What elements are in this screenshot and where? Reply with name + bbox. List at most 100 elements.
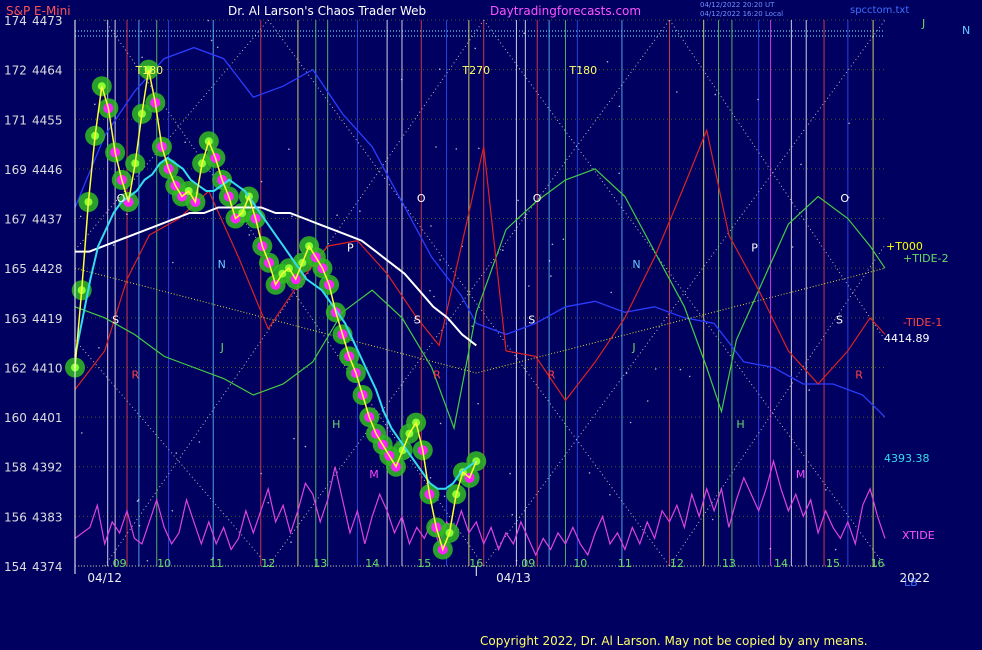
y-tick-left: 167	[4, 213, 27, 227]
y-tick-left: 162	[4, 361, 27, 375]
star-dot	[94, 103, 96, 106]
star-dot	[515, 559, 518, 562]
star-dot	[502, 249, 504, 251]
letter-mark: S	[112, 313, 119, 326]
letter-mark: J	[631, 341, 635, 354]
star-dot	[562, 238, 565, 241]
star-dot	[184, 141, 186, 143]
x-hour-label: 13	[313, 557, 327, 570]
tide-label-tide1: -TIDE-1	[903, 316, 942, 329]
x-date-label: 04/13	[496, 571, 531, 585]
star-dot	[136, 500, 139, 502]
chart-title: Dr. Al Larson's Chaos Trader Web	[228, 4, 427, 18]
star-dot	[172, 261, 174, 264]
star-dot	[528, 285, 530, 287]
timestamp-ut: 04/12/2022 20:20 UT	[700, 1, 775, 9]
star-dot	[769, 547, 772, 550]
x-hour-label: 13	[722, 557, 736, 570]
t000-line	[74, 267, 886, 374]
filename-label: spcctom.txt	[850, 5, 910, 16]
series-lines	[74, 46, 886, 557]
y-tick-right: 4383	[32, 510, 63, 524]
star-dot	[429, 289, 431, 292]
timestamp-local: 04/12/2022 16:20 Local	[700, 10, 784, 18]
star-dot	[654, 368, 657, 370]
star-dot	[336, 214, 338, 216]
x-date-label: 2022	[899, 571, 930, 585]
star-dot	[140, 30, 143, 33]
x-hour-label: 11	[209, 557, 223, 570]
star-dot	[825, 489, 827, 491]
star-dot	[646, 400, 649, 402]
y-tick-left: 156	[4, 510, 27, 524]
star-dot	[443, 495, 446, 498]
star-dot	[138, 524, 141, 527]
diagonal-line	[669, 19, 886, 341]
star-dot	[550, 275, 552, 277]
letter-mark: P	[347, 242, 354, 255]
star-dot	[79, 215, 82, 218]
star-dot	[523, 32, 525, 34]
letter-mark: N	[632, 258, 640, 271]
letter-mark: S	[836, 313, 843, 326]
xtide-end-label: XTIDE	[902, 529, 935, 542]
t-label: T180	[568, 64, 597, 77]
x-hour-label: 10	[573, 557, 587, 570]
symbol-label: S&P E-Mini	[6, 4, 71, 18]
y-tick-right: 4455	[32, 113, 63, 127]
letter-mark: S	[528, 313, 535, 326]
x-hour-label: 11	[618, 557, 632, 570]
star-dot	[455, 148, 458, 150]
diagonal-line	[669, 244, 886, 567]
y-tick-right: 4374	[32, 560, 63, 574]
y-tick-left: 160	[4, 411, 27, 425]
star-dot	[509, 472, 511, 475]
right-top-label-j: J	[921, 17, 925, 30]
y-tick-left: 171	[4, 113, 27, 127]
diagonal-line	[74, 339, 269, 567]
y-tick-right: 4437	[32, 213, 63, 227]
star-dot	[267, 501, 270, 504]
star-dot	[171, 510, 174, 512]
y-tick-right: 4464	[32, 64, 63, 78]
x-hour-label: 09	[113, 557, 127, 570]
star-dot	[471, 325, 474, 328]
price-end-label: 4393.38	[884, 452, 930, 465]
y-tick-right: 4410	[32, 361, 63, 375]
star-dot	[629, 421, 632, 424]
star-dot	[757, 98, 759, 101]
star-dot	[610, 291, 612, 294]
y-tick-right: 4392	[32, 461, 63, 475]
star-dot	[260, 180, 263, 183]
star-dot	[588, 472, 591, 474]
star-dot	[400, 78, 403, 81]
star-dot	[304, 445, 307, 448]
star-dot	[688, 375, 691, 378]
letter-mark: H	[332, 418, 340, 431]
x-hour-label: 12	[261, 557, 275, 570]
star-dot	[791, 246, 794, 248]
price-series	[65, 59, 487, 560]
star-dot	[175, 452, 178, 454]
t-label: T180	[134, 64, 163, 77]
star-dot	[679, 368, 682, 371]
letter-mark: S	[414, 313, 421, 326]
right-top-label-n: N	[962, 24, 970, 37]
t-label: T270	[461, 64, 490, 77]
copyright-text: Copyright 2022, Dr. Al Larson. May not b…	[480, 634, 868, 648]
y-tick-left: 158	[4, 461, 27, 475]
star-dot	[714, 93, 717, 96]
letter-mark: N	[218, 258, 226, 271]
y-tick-right: 4428	[32, 262, 63, 276]
letter-mark: H	[736, 418, 744, 431]
y-tick-left: 172	[4, 64, 27, 78]
diagonal-dotted-lines	[74, 19, 886, 567]
star-dot	[260, 472, 263, 475]
star-dot	[216, 46, 219, 49]
star-dot	[800, 163, 802, 166]
star-dot	[288, 148, 290, 150]
star-dot	[126, 213, 128, 215]
letter-mark: O	[117, 192, 126, 205]
star-dot	[517, 199, 519, 202]
chart-labels: OSRNJHPOSRMOSRNJHPMOSRT180 T270 T180+T000+…	[112, 17, 970, 589]
